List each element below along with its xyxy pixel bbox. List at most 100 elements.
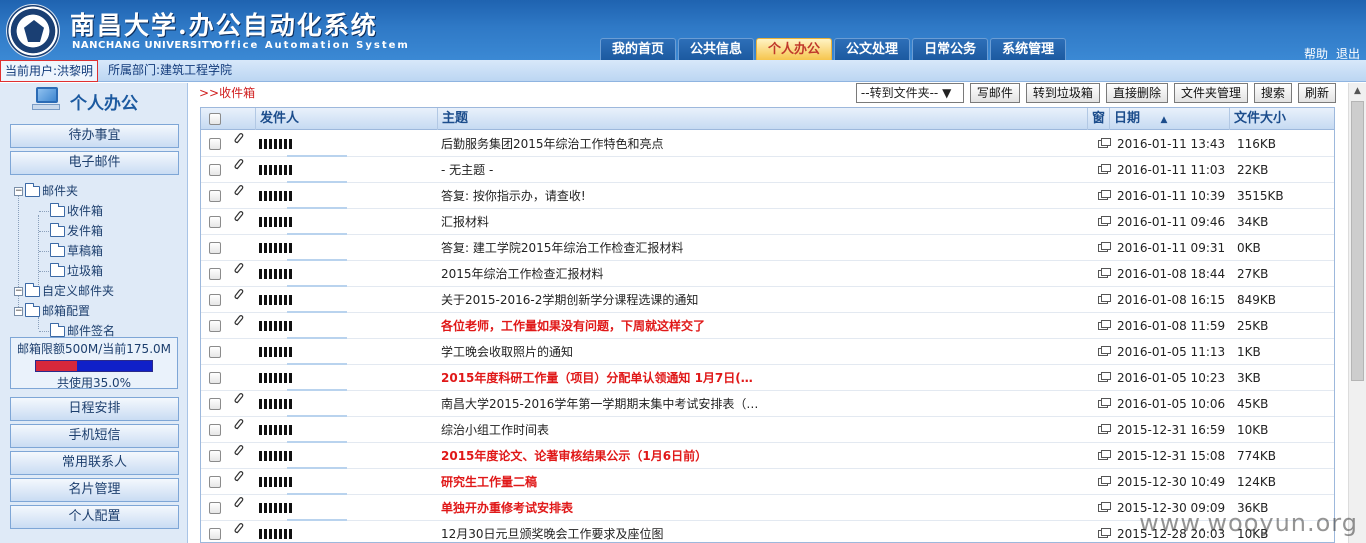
sender-name-redacted[interactable] [259, 451, 293, 461]
row-checkbox[interactable] [209, 476, 221, 488]
mail-subject[interactable]: 12月30日元旦颁奖晚会工作要求及座位图 [441, 521, 1081, 542]
table-row[interactable]: 研究生工作量二稿 2015-12-30 10:49 124KB [201, 469, 1334, 495]
sidebar-item-schedule[interactable]: 日程安排 [10, 397, 179, 421]
sender-name-redacted[interactable] [259, 503, 293, 513]
table-row[interactable]: - 无主题 - 2016-01-11 11:03 22KB [201, 157, 1334, 183]
mail-subject[interactable]: 2015年度论文、论著审核结果公示（1月6日前） [441, 443, 1081, 469]
tree-inbox[interactable]: 收件箱 [50, 201, 103, 221]
table-row[interactable]: 综治小组工作时间表 2015-12-31 16:59 10KB [201, 417, 1334, 443]
col-subject[interactable]: 主题 [437, 108, 1087, 130]
collapse-icon[interactable]: − [14, 287, 23, 296]
mail-subject[interactable]: - 无主题 - [441, 157, 1081, 183]
tab-public-info[interactable]: 公共信息 [678, 38, 755, 60]
select-all-checkbox[interactable] [209, 113, 221, 125]
sender-name-redacted[interactable] [259, 321, 293, 331]
open-window-icon[interactable] [1098, 450, 1111, 460]
table-row[interactable]: 2015年度科研工作量（项目）分配单认领通知 1月7日(… 2016-01-05 … [201, 365, 1334, 391]
table-row[interactable]: 关于2015-2016-2学期创新学分课程选课的通知 2016-01-08 16:… [201, 287, 1334, 313]
sender-name-redacted[interactable] [259, 243, 293, 253]
tab-system-management[interactable]: 系统管理 [990, 38, 1067, 60]
sidebar-item-sms[interactable]: 手机短信 [10, 424, 179, 448]
scroll-up-icon[interactable]: ▲ [1349, 83, 1366, 99]
open-window-icon[interactable] [1098, 424, 1111, 434]
open-window-icon[interactable] [1098, 372, 1111, 382]
move-to-trash-button[interactable]: 转到垃圾箱 [1025, 83, 1100, 103]
tree-mail-folders[interactable]: − 邮件夹 [14, 181, 78, 201]
tree-trash[interactable]: 垃圾箱 [50, 261, 103, 281]
table-row[interactable]: 学工晚会收取照片的通知 2016-01-05 11:13 1KB [201, 339, 1334, 365]
row-checkbox[interactable] [209, 372, 221, 384]
row-checkbox[interactable] [209, 268, 221, 280]
col-date[interactable]: 日期 ▲ [1109, 108, 1229, 130]
table-row[interactable]: 南昌大学2015-2016学年第一学期期末集中考试安排表（… 2016-01-05… [201, 391, 1334, 417]
row-checkbox[interactable] [209, 216, 221, 228]
table-row[interactable]: 各位老师，工作量如果没有问题，下周就这样交了 2016-01-08 11:59 25… [201, 313, 1334, 339]
collapse-icon[interactable]: − [14, 307, 23, 316]
mail-subject[interactable]: 研究生工作量二稿 [441, 469, 1081, 495]
tab-personal-office[interactable]: 个人办公 [756, 38, 833, 60]
table-row[interactable]: 后勤服务集团2015年综治工作特色和亮点 2016-01-11 13:43 116K… [201, 131, 1334, 157]
table-row[interactable]: 答复: 按你指示办，请查收! 2016-01-11 10:39 3515KB [201, 183, 1334, 209]
open-window-icon[interactable] [1098, 346, 1111, 356]
search-button[interactable]: 搜索 [1253, 83, 1292, 103]
row-checkbox[interactable] [209, 424, 221, 436]
row-checkbox[interactable] [209, 450, 221, 462]
open-window-icon[interactable] [1098, 294, 1111, 304]
tab-document-processing[interactable]: 公文处理 [834, 38, 911, 60]
open-window-icon[interactable] [1098, 216, 1111, 226]
delete-button[interactable]: 直接删除 [1105, 83, 1168, 103]
open-window-icon[interactable] [1098, 268, 1111, 278]
mail-subject[interactable]: 学工晚会收取照片的通知 [441, 339, 1081, 365]
row-checkbox[interactable] [209, 528, 221, 540]
move-to-folder-select[interactable]: --转到文件夹-- ▼ [855, 83, 964, 103]
tree-drafts[interactable]: 草稿箱 [50, 241, 103, 261]
open-window-icon[interactable] [1098, 398, 1111, 408]
mail-subject[interactable]: 后勤服务集团2015年综治工作特色和亮点 [441, 131, 1081, 157]
mail-subject[interactable]: 综治小组工作时间表 [441, 417, 1081, 443]
tab-daily-affairs[interactable]: 日常公务 [912, 38, 989, 60]
row-checkbox[interactable] [209, 502, 221, 514]
mail-subject[interactable]: 答复: 按你指示办，请查收! [441, 183, 1081, 209]
mail-subject[interactable]: 汇报材料 [441, 209, 1081, 235]
sender-name-redacted[interactable] [259, 295, 293, 305]
row-checkbox[interactable] [209, 346, 221, 358]
compose-button[interactable]: 写邮件 [969, 83, 1020, 103]
sender-name-redacted[interactable] [259, 165, 293, 175]
mail-subject[interactable]: 南昌大学2015-2016学年第一学期期末集中考试安排表（… [441, 391, 1081, 417]
sender-name-redacted[interactable] [259, 191, 293, 201]
row-checkbox[interactable] [209, 294, 221, 306]
row-checkbox[interactable] [209, 138, 221, 150]
sender-name-redacted[interactable] [259, 425, 293, 435]
table-row[interactable]: 2015年综治工作检查汇报材料 2016-01-08 18:44 27KB [201, 261, 1334, 287]
open-window-icon[interactable] [1098, 164, 1111, 174]
open-window-icon[interactable] [1098, 528, 1111, 538]
sender-name-redacted[interactable] [259, 477, 293, 487]
row-checkbox[interactable] [209, 164, 221, 176]
mail-subject[interactable]: 2015年度科研工作量（项目）分配单认领通知 1月7日(… [441, 365, 1081, 391]
col-sender[interactable]: 发件人 [255, 108, 435, 130]
table-row[interactable]: 2015年度论文、论著审核结果公示（1月6日前） 2015-12-31 15:08… [201, 443, 1334, 469]
mail-subject[interactable]: 关于2015-2016-2学期创新学分课程选课的通知 [441, 287, 1081, 313]
sender-name-redacted[interactable] [259, 373, 293, 383]
mail-subject[interactable]: 2015年综治工作检查汇报材料 [441, 261, 1081, 287]
sidebar-item-personal-settings[interactable]: 个人配置 [10, 505, 179, 529]
open-window-icon[interactable] [1098, 242, 1111, 252]
sender-name-redacted[interactable] [259, 399, 293, 409]
table-row[interactable]: 汇报材料 2016-01-11 09:46 34KB [201, 209, 1334, 235]
open-window-icon[interactable] [1098, 320, 1111, 330]
sender-name-redacted[interactable] [259, 139, 293, 149]
open-window-icon[interactable] [1098, 190, 1111, 200]
sender-name-redacted[interactable] [259, 529, 293, 539]
mail-subject[interactable]: 答复: 建工学院2015年综治工作检查汇报材料 [441, 235, 1081, 261]
row-checkbox[interactable] [209, 320, 221, 332]
open-window-icon[interactable] [1098, 502, 1111, 512]
sender-name-redacted[interactable] [259, 347, 293, 357]
tree-custom-folders[interactable]: − 自定义邮件夹 [14, 281, 114, 301]
sender-name-redacted[interactable] [259, 217, 293, 227]
row-checkbox[interactable] [209, 190, 221, 202]
mail-subject[interactable]: 各位老师，工作量如果没有问题，下周就这样交了 [441, 313, 1081, 339]
tree-mailbox-config[interactable]: − 邮箱配置 [14, 301, 90, 321]
folder-management-button[interactable]: 文件夹管理 [1173, 83, 1248, 103]
col-size[interactable]: 文件大小 [1229, 108, 1334, 130]
open-window-icon[interactable] [1098, 138, 1111, 148]
